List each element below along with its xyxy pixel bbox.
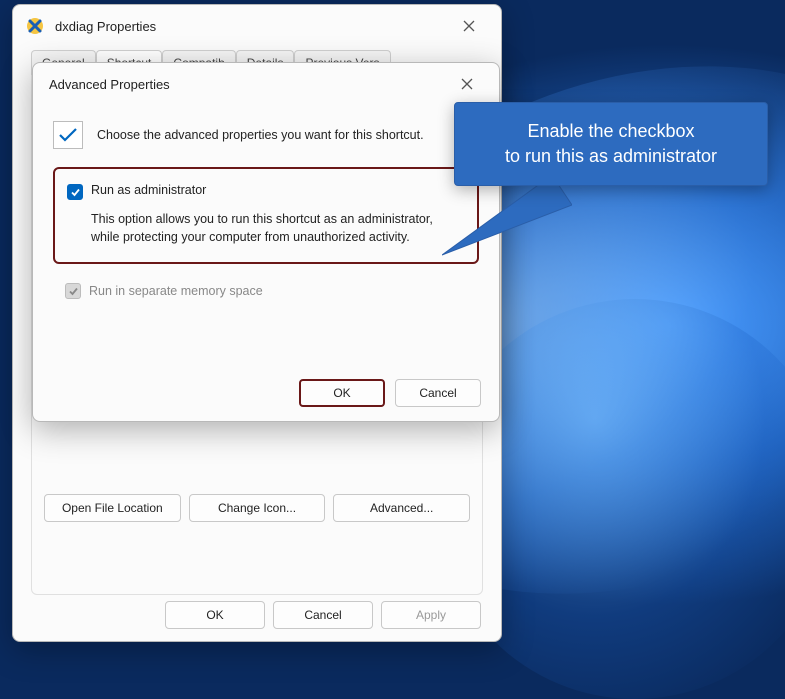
advanced-cancel-button[interactable]: Cancel [395, 379, 481, 407]
separate-memory-checkbox [65, 283, 81, 299]
run-as-admin-description: This option allows you to run this short… [91, 210, 461, 246]
callout-line1: Enable the checkbox [469, 119, 753, 144]
open-file-location-button[interactable]: Open File Location [44, 494, 181, 522]
annotation-callout: Enable the checkbox to run this as admin… [454, 102, 768, 186]
advanced-body: Choose the advanced properties you want … [33, 105, 499, 315]
advanced-title: Advanced Properties [49, 77, 447, 92]
close-icon[interactable] [449, 11, 489, 41]
callout-line2: to run this as administrator [469, 144, 753, 169]
run-as-admin-checkbox[interactable] [67, 184, 83, 200]
properties-titlebar: dxdiag Properties [13, 5, 501, 47]
properties-apply-button[interactable]: Apply [381, 601, 481, 629]
advanced-close-icon[interactable] [447, 69, 487, 99]
run-as-admin-label: Run as administrator [91, 183, 206, 197]
shortcut-action-row: Open File Location Change Icon... Advanc… [44, 494, 470, 522]
advanced-ok-button[interactable]: OK [299, 379, 385, 407]
properties-ok-button[interactable]: OK [165, 601, 265, 629]
separate-memory-label: Run in separate memory space [89, 284, 263, 298]
advanced-footer: OK Cancel [299, 379, 481, 407]
dxdiag-icon [25, 16, 45, 36]
advanced-button[interactable]: Advanced... [333, 494, 470, 522]
hint-check-icon [53, 121, 83, 149]
properties-cancel-button[interactable]: Cancel [273, 601, 373, 629]
separate-memory-row: Run in separate memory space [65, 282, 479, 299]
run-as-admin-group: Run as administrator This option allows … [53, 167, 479, 264]
advanced-properties-window: Advanced Properties Choose the advanced … [32, 62, 500, 422]
change-icon-button[interactable]: Change Icon... [189, 494, 326, 522]
run-as-admin-row[interactable]: Run as administrator [67, 183, 461, 200]
properties-footer: OK Cancel Apply [165, 601, 481, 629]
hint-row: Choose the advanced properties you want … [53, 121, 479, 149]
advanced-titlebar: Advanced Properties [33, 63, 499, 105]
hint-text: Choose the advanced properties you want … [97, 128, 424, 142]
properties-title: dxdiag Properties [55, 19, 449, 34]
